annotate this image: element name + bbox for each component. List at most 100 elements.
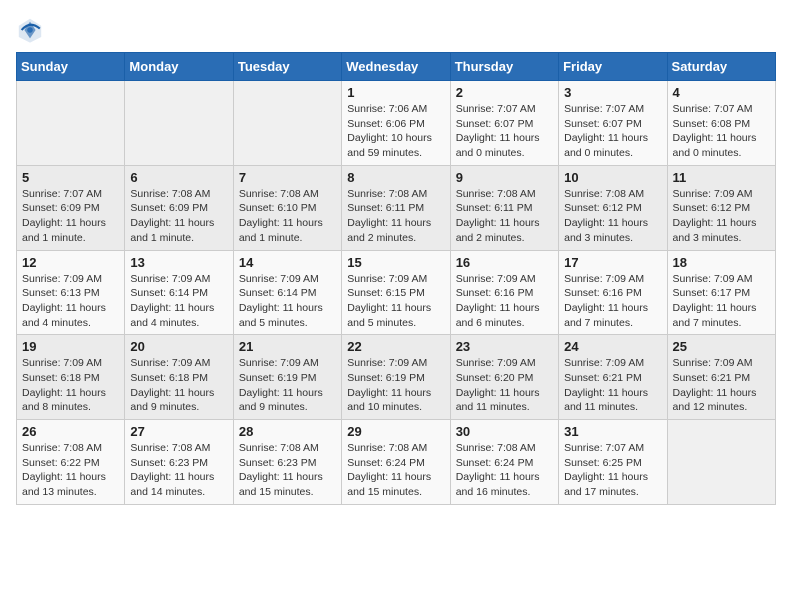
weekday-monday: Monday: [125, 53, 233, 81]
calendar-cell: 20 Sunrise: 7:09 AM Sunset: 6:18 PM Dayli…: [125, 335, 233, 420]
day-info: Sunrise: 7:09 AM Sunset: 6:15 PM Dayligh…: [347, 272, 444, 331]
calendar-cell: 24 Sunrise: 7:09 AM Sunset: 6:21 PM Dayli…: [559, 335, 667, 420]
weekday-sunday: Sunday: [17, 53, 125, 81]
calendar-cell: 28 Sunrise: 7:08 AM Sunset: 6:23 PM Dayli…: [233, 420, 341, 505]
calendar-cell: [667, 420, 775, 505]
day-info: Sunrise: 7:08 AM Sunset: 6:09 PM Dayligh…: [130, 187, 227, 246]
calendar-cell: 26 Sunrise: 7:08 AM Sunset: 6:22 PM Dayli…: [17, 420, 125, 505]
calendar-cell: 4Sunrise: 7:07 AM Sunset: 6:08 PM Daylig…: [667, 81, 775, 166]
calendar-cell: [233, 81, 341, 166]
week-row-3: 12 Sunrise: 7:09 AM Sunset: 6:13 PM Dayli…: [17, 250, 776, 335]
calendar-cell: 2Sunrise: 7:07 AM Sunset: 6:07 PM Daylig…: [450, 81, 558, 166]
calendar-cell: 7 Sunrise: 7:08 AM Sunset: 6:10 PM Daylig…: [233, 165, 341, 250]
calendar-cell: 29 Sunrise: 7:08 AM Sunset: 6:24 PM Dayli…: [342, 420, 450, 505]
calendar-cell: 23 Sunrise: 7:09 AM Sunset: 6:20 PM Dayli…: [450, 335, 558, 420]
day-info: Sunrise: 7:09 AM Sunset: 6:21 PM Dayligh…: [673, 356, 770, 415]
day-info: Sunrise: 7:08 AM Sunset: 6:22 PM Dayligh…: [22, 441, 119, 500]
weekday-tuesday: Tuesday: [233, 53, 341, 81]
day-number: 1: [347, 85, 444, 100]
day-number: 2: [456, 85, 553, 100]
day-info: Sunrise: 7:09 AM Sunset: 6:13 PM Dayligh…: [22, 272, 119, 331]
day-info: Sunrise: 7:08 AM Sunset: 6:24 PM Dayligh…: [347, 441, 444, 500]
calendar-cell: 31 Sunrise: 7:07 AM Sunset: 6:25 PM Dayli…: [559, 420, 667, 505]
day-info: Sunrise: 7:09 AM Sunset: 6:16 PM Dayligh…: [456, 272, 553, 331]
day-number: 30: [456, 424, 553, 439]
week-row-1: 1 Sunrise: 7:06 AM Sunset: 6:06 PM Daylig…: [17, 81, 776, 166]
calendar-cell: 12 Sunrise: 7:09 AM Sunset: 6:13 PM Dayli…: [17, 250, 125, 335]
calendar-cell: 10 Sunrise: 7:08 AM Sunset: 6:12 PM Dayli…: [559, 165, 667, 250]
day-number: 10: [564, 170, 661, 185]
day-number: 31: [564, 424, 661, 439]
calendar-body: 1 Sunrise: 7:06 AM Sunset: 6:06 PM Daylig…: [17, 81, 776, 505]
calendar-cell: 17Sunrise: 7:09 AM Sunset: 6:16 PM Dayli…: [559, 250, 667, 335]
day-number: 29: [347, 424, 444, 439]
day-number: 6: [130, 170, 227, 185]
day-number: 23: [456, 339, 553, 354]
day-info: Sunrise: 7:08 AM Sunset: 6:12 PM Dayligh…: [564, 187, 661, 246]
calendar-cell: 14Sunrise: 7:09 AM Sunset: 6:14 PM Dayli…: [233, 250, 341, 335]
day-number: 5: [22, 170, 119, 185]
calendar-table: SundayMondayTuesdayWednesdayThursdayFrid…: [16, 52, 776, 505]
day-info: Sunrise: 7:09 AM Sunset: 6:12 PM Dayligh…: [673, 187, 770, 246]
day-info: Sunrise: 7:08 AM Sunset: 6:10 PM Dayligh…: [239, 187, 336, 246]
day-info: Sunrise: 7:08 AM Sunset: 6:23 PM Dayligh…: [239, 441, 336, 500]
calendar-cell: 15 Sunrise: 7:09 AM Sunset: 6:15 PM Dayli…: [342, 250, 450, 335]
day-number: 18: [673, 255, 770, 270]
day-info: Sunrise: 7:07 AM Sunset: 6:07 PM Dayligh…: [564, 102, 661, 161]
day-number: 15: [347, 255, 444, 270]
weekday-friday: Friday: [559, 53, 667, 81]
day-info: Sunrise: 7:09 AM Sunset: 6:14 PM Dayligh…: [239, 272, 336, 331]
day-info: Sunrise: 7:09 AM Sunset: 6:21 PM Dayligh…: [564, 356, 661, 415]
week-row-2: 5 Sunrise: 7:07 AM Sunset: 6:09 PM Daylig…: [17, 165, 776, 250]
day-number: 20: [130, 339, 227, 354]
calendar-cell: 8 Sunrise: 7:08 AM Sunset: 6:11 PM Daylig…: [342, 165, 450, 250]
day-number: 22: [347, 339, 444, 354]
day-number: 27: [130, 424, 227, 439]
calendar-cell: [17, 81, 125, 166]
calendar-cell: 21Sunrise: 7:09 AM Sunset: 6:19 PM Dayli…: [233, 335, 341, 420]
calendar-cell: 5 Sunrise: 7:07 AM Sunset: 6:09 PM Daylig…: [17, 165, 125, 250]
day-info: Sunrise: 7:08 AM Sunset: 6:11 PM Dayligh…: [347, 187, 444, 246]
day-number: 7: [239, 170, 336, 185]
day-info: Sunrise: 7:09 AM Sunset: 6:19 PM Dayligh…: [239, 356, 336, 415]
weekday-saturday: Saturday: [667, 53, 775, 81]
day-number: 12: [22, 255, 119, 270]
calendar-cell: 9 Sunrise: 7:08 AM Sunset: 6:11 PM Daylig…: [450, 165, 558, 250]
day-number: 25: [673, 339, 770, 354]
day-info: Sunrise: 7:08 AM Sunset: 6:24 PM Dayligh…: [456, 441, 553, 500]
day-number: 24: [564, 339, 661, 354]
calendar-cell: [125, 81, 233, 166]
day-info: Sunrise: 7:07 AM Sunset: 6:08 PM Dayligh…: [673, 102, 770, 161]
day-info: Sunrise: 7:08 AM Sunset: 6:11 PM Dayligh…: [456, 187, 553, 246]
day-number: 9: [456, 170, 553, 185]
day-number: 11: [673, 170, 770, 185]
day-info: Sunrise: 7:09 AM Sunset: 6:17 PM Dayligh…: [673, 272, 770, 331]
day-number: 16: [456, 255, 553, 270]
day-number: 13: [130, 255, 227, 270]
day-info: Sunrise: 7:08 AM Sunset: 6:23 PM Dayligh…: [130, 441, 227, 500]
day-number: 26: [22, 424, 119, 439]
day-number: 8: [347, 170, 444, 185]
week-row-5: 26 Sunrise: 7:08 AM Sunset: 6:22 PM Dayli…: [17, 420, 776, 505]
day-info: Sunrise: 7:06 AM Sunset: 6:06 PM Dayligh…: [347, 102, 444, 161]
calendar-cell: 1 Sunrise: 7:06 AM Sunset: 6:06 PM Daylig…: [342, 81, 450, 166]
calendar-cell: 3 Sunrise: 7:07 AM Sunset: 6:07 PM Daylig…: [559, 81, 667, 166]
calendar-cell: 30 Sunrise: 7:08 AM Sunset: 6:24 PM Dayli…: [450, 420, 558, 505]
weekday-thursday: Thursday: [450, 53, 558, 81]
weekday-wednesday: Wednesday: [342, 53, 450, 81]
calendar-cell: 18 Sunrise: 7:09 AM Sunset: 6:17 PM Dayli…: [667, 250, 775, 335]
day-info: Sunrise: 7:09 AM Sunset: 6:18 PM Dayligh…: [130, 356, 227, 415]
weekday-row: SundayMondayTuesdayWednesdayThursdayFrid…: [17, 53, 776, 81]
day-number: 28: [239, 424, 336, 439]
day-info: Sunrise: 7:09 AM Sunset: 6:18 PM Dayligh…: [22, 356, 119, 415]
calendar-cell: 16 Sunrise: 7:09 AM Sunset: 6:16 PM Dayli…: [450, 250, 558, 335]
day-number: 17: [564, 255, 661, 270]
calendar-cell: 19 Sunrise: 7:09 AM Sunset: 6:18 PM Dayli…: [17, 335, 125, 420]
calendar-cell: 13Sunrise: 7:09 AM Sunset: 6:14 PM Dayli…: [125, 250, 233, 335]
day-number: 19: [22, 339, 119, 354]
day-info: Sunrise: 7:07 AM Sunset: 6:25 PM Dayligh…: [564, 441, 661, 500]
day-info: Sunrise: 7:09 AM Sunset: 6:20 PM Dayligh…: [456, 356, 553, 415]
day-number: 3: [564, 85, 661, 100]
calendar-cell: 22Sunrise: 7:09 AM Sunset: 6:19 PM Dayli…: [342, 335, 450, 420]
day-info: Sunrise: 7:07 AM Sunset: 6:09 PM Dayligh…: [22, 187, 119, 246]
